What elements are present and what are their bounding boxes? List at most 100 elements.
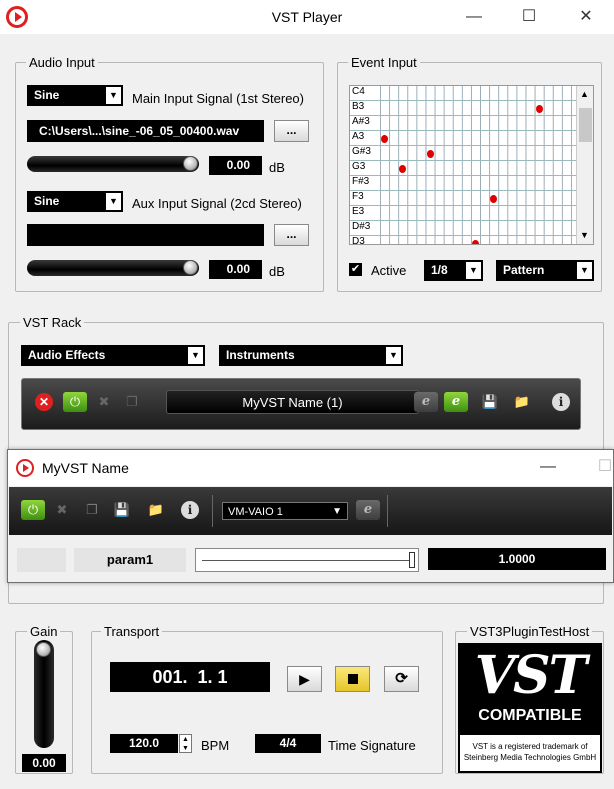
piano-roll-row: B3	[350, 101, 578, 116]
bpm-label: BPM	[201, 738, 230, 753]
minimize-button[interactable]: —	[538, 458, 558, 476]
chevron-down-icon: ▼	[106, 87, 121, 104]
audio-effects-select[interactable]: Audio Effects ▼	[21, 345, 205, 366]
bpm-stepper[interactable]: ▲ ▼	[179, 734, 192, 753]
piano-roll-row: G#3	[350, 146, 578, 161]
resolution-select[interactable]: 1/8 ▼	[424, 260, 483, 281]
main-gain-slider[interactable]	[27, 156, 199, 172]
slider-knob-icon[interactable]	[183, 156, 198, 171]
aux-file-path	[27, 224, 264, 246]
info-icon[interactable]: i	[549, 392, 573, 412]
main-browse-button[interactable]: ...	[274, 120, 309, 142]
stop-icon	[347, 674, 358, 684]
bypass-icon[interactable]: ✖	[92, 392, 116, 412]
piano-roll-grid[interactable]	[380, 236, 578, 244]
copy-icon[interactable]: ❐	[120, 392, 144, 412]
chevron-down-icon: ▼	[106, 193, 121, 210]
slider-knob-icon[interactable]	[36, 642, 51, 657]
scroll-up-icon[interactable]: ▲	[580, 89, 589, 99]
main-signal-select[interactable]: Sine ▼	[27, 85, 123, 106]
note-event[interactable]	[472, 240, 479, 244]
power-icon[interactable]: ⏻	[63, 392, 87, 412]
compatible-text: COMPATIBLE	[478, 707, 582, 724]
aux-browse-button[interactable]: ...	[274, 224, 309, 246]
main-gain-unit: dB	[269, 160, 285, 175]
slider-knob-icon[interactable]	[183, 260, 198, 275]
active-checkbox[interactable]: ✔	[349, 263, 362, 276]
plugin-titlebar: MyVST Name — ☐	[8, 450, 613, 486]
instruments-select[interactable]: Instruments ▼	[219, 345, 403, 366]
play-button[interactable]: ▶	[287, 666, 322, 692]
gain-slider[interactable]	[34, 640, 54, 748]
edit-generic-icon[interactable]: e	[444, 392, 468, 412]
scroll-thumb[interactable]	[579, 108, 592, 142]
piano-roll-row: A#3	[350, 116, 578, 131]
note-label: E3	[352, 206, 365, 217]
param-slider[interactable]	[195, 548, 419, 572]
aux-gain-slider[interactable]	[27, 260, 199, 276]
stop-button[interactable]	[335, 666, 370, 692]
logo-panel-label: VST3PluginTestHost	[467, 624, 593, 639]
param-value[interactable]: 1.0000	[428, 548, 606, 570]
piano-roll-grid[interactable]	[380, 206, 578, 220]
note-label: A3	[352, 131, 365, 142]
piano-roll-grid[interactable]	[380, 116, 578, 130]
plugin-name-display[interactable]: MyVST Name (1)	[166, 390, 419, 414]
folder-icon[interactable]: 📁	[144, 500, 168, 520]
note-event[interactable]	[426, 150, 434, 158]
note-label: D3	[352, 236, 365, 245]
piano-roll-row: G3	[350, 161, 578, 176]
piano-roll-grid[interactable]	[380, 221, 578, 235]
edit-icon[interactable]: e	[414, 392, 438, 412]
app-logo-icon	[16, 459, 34, 477]
piano-roll-grid[interactable]	[380, 161, 578, 175]
note-label: F#3	[352, 176, 370, 187]
piano-roll-grid[interactable]	[380, 191, 578, 205]
chevron-down-icon[interactable]: ▼	[180, 744, 191, 753]
vst-rack-label: VST Rack	[20, 315, 85, 330]
power-icon[interactable]: ⏻	[21, 500, 45, 520]
close-button[interactable]: ✕	[576, 8, 596, 26]
chevron-down-icon: ▼	[188, 347, 203, 364]
piano-roll-row: C4	[350, 86, 578, 101]
toolbar-divider	[212, 495, 213, 527]
aux-gain-value[interactable]: 0.00	[209, 260, 262, 279]
piano-roll-row: D3	[350, 236, 578, 245]
copy-icon[interactable]: ❐	[80, 500, 104, 520]
piano-roll-grid[interactable]	[380, 101, 578, 115]
gain-value[interactable]: 0.00	[22, 754, 66, 772]
gain-label: Gain	[27, 624, 61, 639]
edit-icon[interactable]: e	[356, 500, 380, 520]
bpm-value[interactable]: 120.0	[110, 734, 178, 753]
bypass-icon[interactable]: ✖	[50, 500, 74, 520]
minimize-button[interactable]: —	[464, 8, 484, 26]
save-icon[interactable]: 💾	[110, 500, 134, 520]
piano-roll-grid[interactable]	[380, 146, 578, 160]
folder-icon[interactable]: 📁	[510, 392, 534, 412]
scroll-down-icon[interactable]: ▼	[580, 230, 589, 240]
info-icon[interactable]: i	[178, 500, 202, 520]
remove-plugin-icon[interactable]: ✕	[32, 392, 56, 412]
param-slider-handle[interactable]	[409, 552, 415, 568]
event-input-label: Event Input	[348, 55, 420, 70]
note-event[interactable]	[535, 105, 543, 113]
piano-roll-scrollbar[interactable]: ▲ ▼	[576, 86, 593, 244]
note-event[interactable]	[381, 135, 388, 143]
preset-select[interactable]: VM-VAIO 1 ▼	[222, 502, 348, 520]
save-icon[interactable]: 💾	[478, 392, 502, 412]
piano-roll[interactable]: C4 B3 A#3 A3 G#3 G3 F#3 F3 E3 D#3 D3 ▲ ▼	[349, 85, 594, 245]
transport-label: Transport	[101, 624, 163, 639]
main-gain-value[interactable]: 0.00	[209, 156, 262, 175]
chevron-up-icon[interactable]: ▲	[180, 735, 191, 744]
time-signature-value[interactable]: 4/4	[255, 734, 321, 753]
aux-signal-select[interactable]: Sine ▼	[27, 191, 123, 212]
maximize-button[interactable]: ☐	[519, 8, 539, 26]
mode-select[interactable]: Pattern ▼	[496, 260, 594, 281]
note-label: G#3	[352, 146, 371, 157]
maximize-button[interactable]: ☐	[595, 458, 614, 476]
piano-roll-grid[interactable]	[380, 176, 578, 190]
piano-roll-grid[interactable]	[380, 86, 578, 100]
loop-button[interactable]: ⟳	[384, 666, 419, 692]
note-label: C4	[352, 86, 365, 97]
piano-roll-grid[interactable]	[380, 131, 578, 145]
